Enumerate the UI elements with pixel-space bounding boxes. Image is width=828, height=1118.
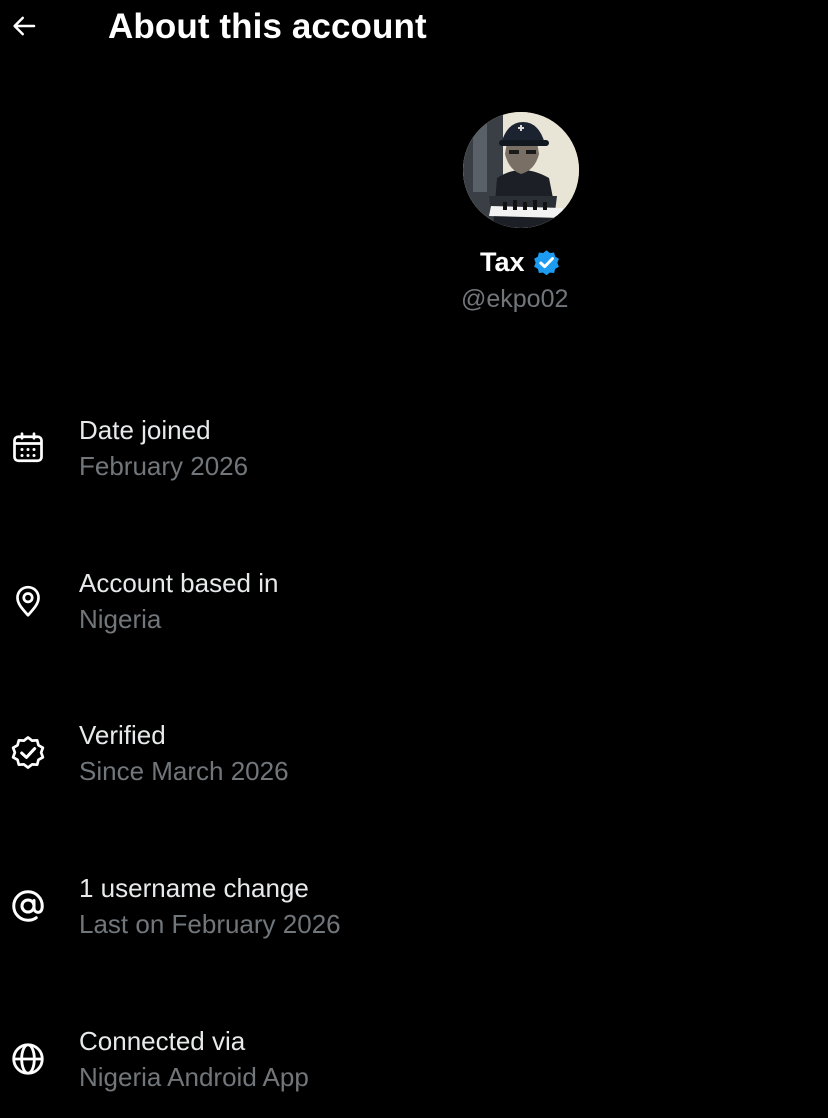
detail-date-joined: Date joined February 2026 [0,414,828,494]
detail-username-changes: 1 username change Last on February 2026 [0,872,828,952]
detail-label: 1 username change [79,873,309,903]
verified-check-icon [8,733,48,773]
top-bar: About this account [0,0,828,56]
avatar[interactable] [463,112,579,228]
username-handle: @ekpo02 [461,285,569,313]
detail-value: Last on February 2026 [79,909,341,939]
detail-label: Connected via [79,1026,246,1056]
detail-value: Since March 2026 [79,756,289,786]
display-name-row: Tax [480,242,562,282]
detail-value: Nigeria [79,604,162,634]
detail-value: Nigeria Android App [79,1062,309,1092]
verified-badge-icon [531,247,562,278]
detail-connected-via: Connected via Nigeria Android App [0,1025,828,1105]
calendar-icon [8,428,48,468]
profile-avatar [463,112,579,228]
globe-icon [8,1039,48,1079]
detail-label: Verified [79,720,166,750]
display-name: Tax [480,247,525,277]
detail-verified: Verified Since March 2026 [0,719,828,799]
page-title: About this account [108,7,427,46]
detail-value: February 2026 [79,451,249,481]
detail-account-based-in: Account based in Nigeria [0,567,828,647]
arrow-left-icon [13,16,36,36]
at-sign-icon [8,886,48,926]
detail-label: Account based in [79,568,279,598]
back-button[interactable] [6,8,42,44]
detail-label: Date joined [79,415,211,445]
location-pin-icon [8,581,48,621]
